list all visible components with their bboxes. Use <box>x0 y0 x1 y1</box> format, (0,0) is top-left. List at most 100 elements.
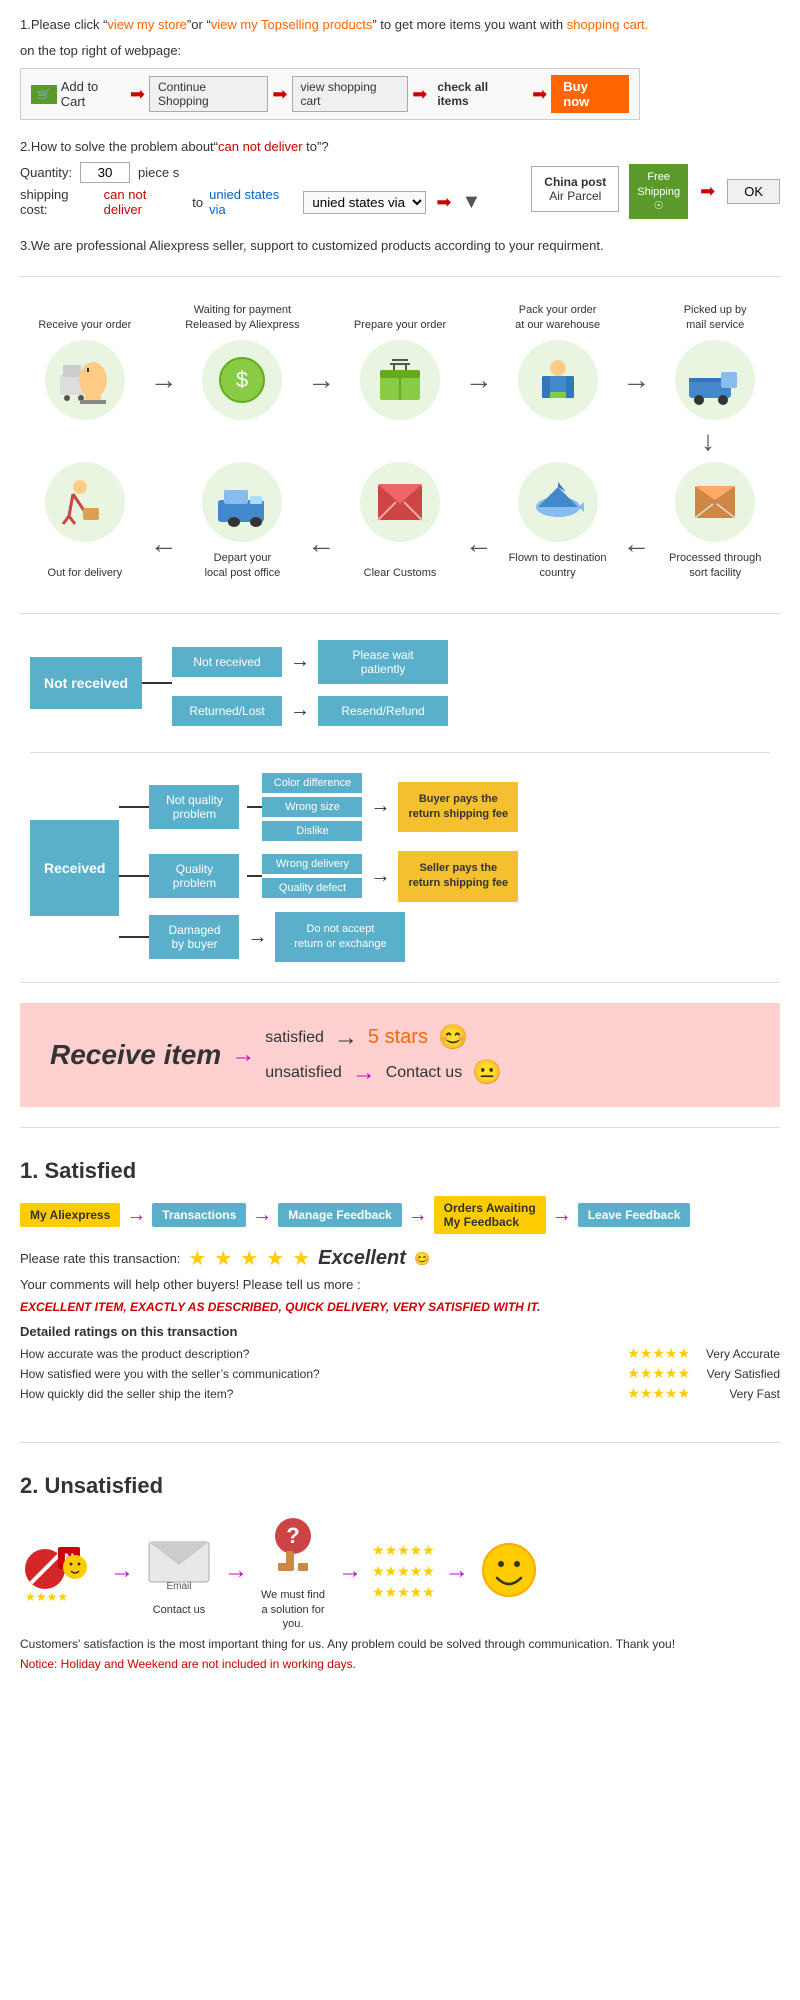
steps-bar: My Aliexpress → Transactions → Manage Fe… <box>20 1196 780 1234</box>
rating-result-1: Very Accurate <box>690 1347 780 1361</box>
svg-text:Email: Email <box>166 1581 191 1592</box>
cart-step-continue[interactable]: Continue Shopping <box>149 76 268 112</box>
arrow-bot-2: ← <box>307 528 335 560</box>
step7-label: Depart yourlocal post office <box>205 550 281 580</box>
process-step-2: Waiting for paymentReleased by Aliexpres… <box>178 302 308 420</box>
q-items-row: Wrong delivery Quality defect <box>247 854 362 898</box>
star3: ★ <box>240 1246 258 1271</box>
nq-item1-row: Color difference <box>262 773 362 793</box>
shipping-via: unied states via <box>209 187 297 217</box>
shipping-ship-row: FreeShipping☉ ➡ OK <box>629 164 780 219</box>
q-branch: Qualityproblem Wrong delivery Quality de… <box>119 851 518 902</box>
process-step-1: Receive your order <box>20 302 150 420</box>
qty-input[interactable] <box>80 162 130 183</box>
stars-row-2: ★★★★★ <box>372 1561 435 1582</box>
step3-label: Prepare your order <box>354 302 446 332</box>
qty-row: Quantity: piece s <box>20 162 481 183</box>
comments-row: Your comments will help other buyers! Pl… <box>20 1277 780 1292</box>
step3-icon <box>360 340 440 420</box>
nq-branch: Not qualityproblem Color difference Wron… <box>119 773 518 841</box>
nq-items: Color difference Wrong size Dislike <box>247 773 362 841</box>
unsat-step-5 <box>479 1540 539 1603</box>
review-text: EXCELLENT ITEM, EXACTLY AS DESCRIBED, QU… <box>20 1300 780 1314</box>
qty-label: Quantity: <box>20 165 72 180</box>
satisfied-section: 1. Satisfied My Aliexpress → Transaction… <box>20 1143 780 1427</box>
not-received-branches: Not received → Please waitpatiently Retu… <box>142 634 448 732</box>
unsat-icon-2: Email <box>144 1527 214 1600</box>
link-topselling[interactable]: view my Topselling products <box>211 17 373 32</box>
section3: 3.We are professional Aliexpress seller,… <box>20 236 780 256</box>
nq-items-row: Color difference Wrong size Dislike <box>247 773 362 841</box>
buy-now-btn[interactable]: Buy now <box>551 75 629 113</box>
dropdown-arrow[interactable]: ▼ <box>461 191 481 214</box>
ok-button[interactable]: OK <box>727 179 780 204</box>
step10-icon <box>675 462 755 542</box>
cart-steps-bar: 🛒 Add to Cart ➡ Continue Shopping ➡ view… <box>20 68 640 120</box>
ri-contact-text: Contact us <box>386 1064 462 1082</box>
cart-step-buy[interactable]: Buy now <box>551 75 629 113</box>
q-h-line <box>247 875 262 877</box>
ratings-title: Detailed ratings on this transaction <box>20 1324 780 1339</box>
section2-right: China post Air Parcel FreeShipping☉ ➡ OK <box>511 158 780 219</box>
damaged-line <box>119 936 149 938</box>
process-top-row: Receive your order → Waiting for payment… <box>20 302 780 420</box>
ri-satisfied-row: satisfied → 5 stars 😊 <box>265 1023 502 1052</box>
nq-items-col: Color difference Wrong size Dislike <box>262 773 362 841</box>
not-received-res2: Resend/Refund <box>318 696 448 726</box>
rating-row-1: How accurate was the product description… <box>20 1345 780 1362</box>
step-arrow3: → <box>408 1204 428 1227</box>
rate-label: Please rate this transaction: <box>20 1251 180 1266</box>
process-step-8: Clear Customs <box>335 462 465 588</box>
step1-label: Receive your order <box>38 302 131 332</box>
divider5 <box>20 1127 780 1128</box>
stars-row-1: ★★★★★ <box>372 1540 435 1561</box>
arrow-select: ➡ <box>436 192 451 213</box>
divider4 <box>20 982 780 983</box>
cart-step-add[interactable]: 🛒 Add to Cart <box>31 79 126 109</box>
nq-item2-row: Wrong size <box>262 797 362 817</box>
satisfied-title: 1. Satisfied <box>20 1158 780 1184</box>
notice-red: Notice: Holiday and Weekend are not incl… <box>20 1657 780 1671</box>
nr-arrow2: → <box>290 699 310 722</box>
svg-text:?: ? <box>286 1523 299 1548</box>
step-manage-feedback[interactable]: Manage Feedback <box>278 1203 401 1227</box>
step-orders-awaiting[interactable]: Orders AwaitingMy Feedback <box>434 1196 546 1234</box>
step-leave-feedback[interactable]: Leave Feedback <box>578 1203 691 1227</box>
cart-step-view[interactable]: view shopping cart <box>292 76 409 112</box>
step2-label: Waiting for paymentReleased by Aliexpres… <box>185 302 299 332</box>
q-item2-row: Quality defect <box>262 878 362 898</box>
unsat-step2-label: Contact us <box>153 1604 206 1616</box>
step-my-aliexpress[interactable]: My Aliexpress <box>20 1203 120 1227</box>
receive-item-section: Receive item → satisfied → 5 stars 😊 uns… <box>20 1003 780 1107</box>
unsat-icon-4: ★★★★★ ★★★★★ ★★★★★ <box>372 1540 435 1603</box>
process-step-3: Prepare your order <box>335 302 465 420</box>
continue-shopping-btn[interactable]: Continue Shopping <box>149 76 268 112</box>
unsat-step-2: Email Contact us <box>144 1527 214 1616</box>
damaged-row: Damagedby buyer → Do not acceptreturn or… <box>149 912 405 963</box>
view-cart-btn[interactable]: view shopping cart <box>292 76 409 112</box>
step10-label: Processed throughsort facility <box>669 550 761 580</box>
shipping-select[interactable]: unied states via <box>303 191 426 214</box>
ri-stars: 5 stars <box>368 1026 428 1049</box>
q-item1: Wrong delivery <box>262 854 362 874</box>
link-view-store[interactable]: view my store <box>107 17 186 32</box>
excellent-emoji: 😊 <box>414 1251 430 1267</box>
arrow-bot-4: ← <box>622 528 650 560</box>
china-post-container: China post Air Parcel FreeShipping☉ ➡ OK <box>511 158 780 219</box>
arrow3: ➡ <box>412 84 427 105</box>
flow-diagram: Not received Not received → Please waitp… <box>30 634 770 963</box>
nr-line1 <box>142 682 172 684</box>
step-arrow1: → <box>126 1204 146 1227</box>
step-transactions[interactable]: Transactions <box>152 1203 246 1227</box>
star2: ★ <box>214 1246 232 1271</box>
notice-text: Customers' satisfaction is the most impo… <box>20 1637 780 1651</box>
arrow2: ➡ <box>272 84 287 105</box>
nq-label: Not qualityproblem <box>149 785 239 829</box>
step8-label: Clear Customs <box>364 550 437 580</box>
step-arrow4: → <box>552 1204 572 1227</box>
rate-row: Please rate this transaction: ★ ★ ★ ★ ★ … <box>20 1246 780 1271</box>
qty-unit: piece s <box>138 165 179 180</box>
not-received-sub2: Returned/Lost <box>172 696 282 726</box>
china-post-title: China post <box>544 175 606 189</box>
unsat-arrow-2: → <box>224 1557 248 1585</box>
